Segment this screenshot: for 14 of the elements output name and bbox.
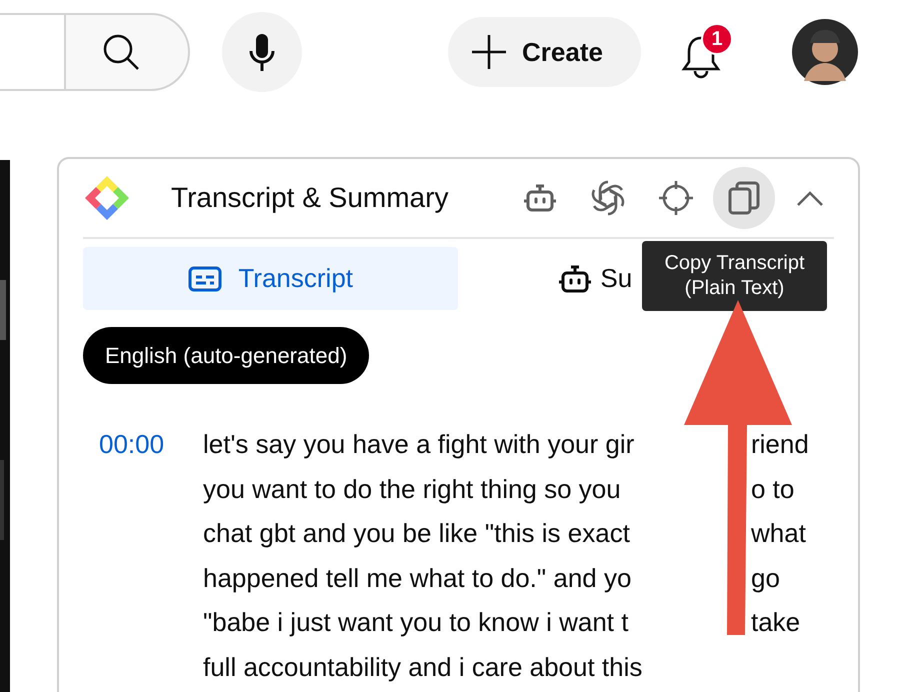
- transcript-line: go: [751, 562, 780, 594]
- tooltip: Copy Transcript (Plain Text): [642, 241, 827, 311]
- transcript-line: happened tell me what to do." and yo: [203, 562, 632, 594]
- transcript-line: you want to do the right thing so you: [203, 472, 622, 506]
- transcript-line: what: [751, 517, 806, 550]
- transcript-line: take: [751, 606, 800, 639]
- transcript-line: riend: [751, 428, 809, 461]
- transcript-line: o to: [751, 472, 794, 506]
- transcript-line: full accountability and i care about this: [203, 650, 644, 684]
- transcript-line: let's say you have a fight with your gir: [203, 428, 636, 461]
- transcript-line: "babe i just want you to know i want t: [203, 606, 630, 639]
- transcript-line: chat gbt and you be like "this is exact: [203, 517, 631, 550]
- notification-count: 1: [701, 23, 733, 55]
- panel-title: Transcript & Summary: [171, 181, 450, 215]
